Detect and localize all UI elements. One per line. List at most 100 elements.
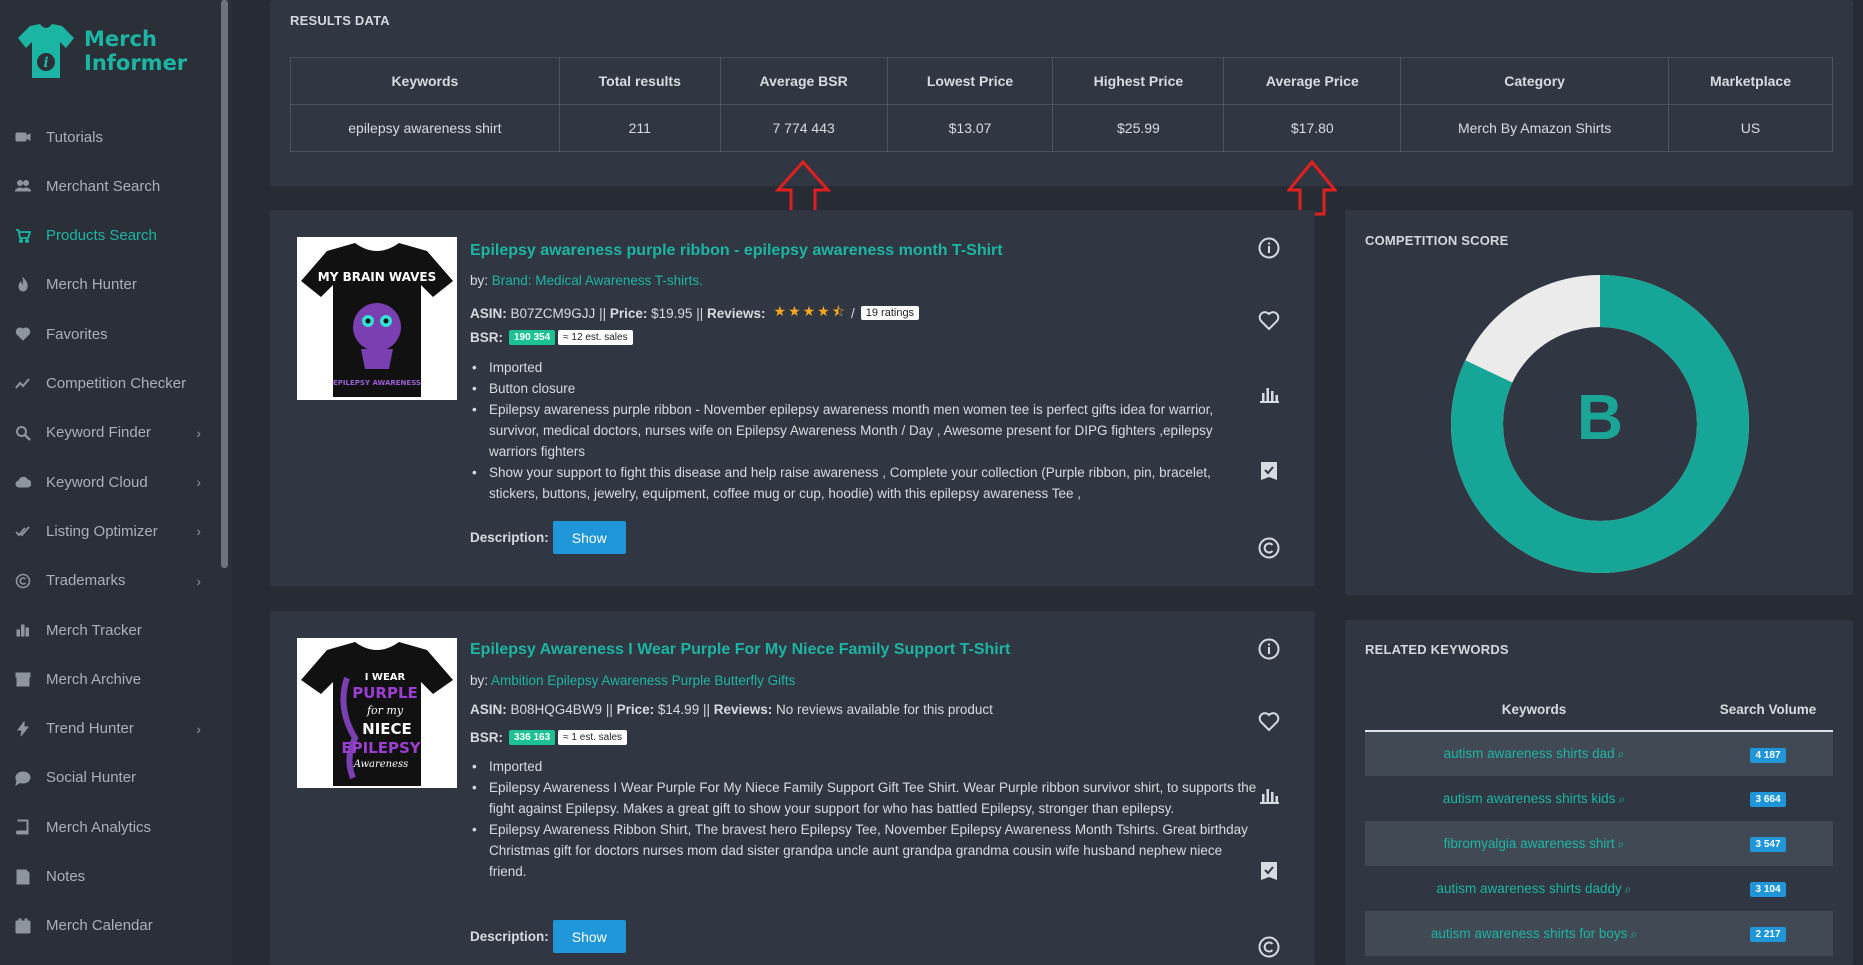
asin-value: B07ZCM9GJJ	[510, 305, 596, 321]
chevron-right-icon: ›	[196, 474, 201, 491]
double-check-icon	[14, 522, 32, 540]
product-title[interactable]: Epilepsy Awareness I Wear Purple For My …	[470, 641, 1010, 659]
bullet-item: Button closure	[470, 378, 1260, 399]
bar-chart-icon[interactable]	[1256, 781, 1282, 807]
related-keyword-row[interactable]: autism awareness shirts for boys ⌕ 2 217	[1365, 911, 1833, 956]
sidebar-item-label: Competition Checker	[46, 375, 187, 392]
related-keyword-link[interactable]: fibromyalgia awareness shirt	[1444, 836, 1615, 851]
brand-link[interactable]: Ambition Epilepsy Awareness Purple Butte…	[491, 673, 795, 688]
related-keyword-link[interactable]: autism awareness shirts kids	[1443, 791, 1616, 806]
sidebar-item-label: Products Search	[46, 227, 157, 245]
shirt-text-line: EPILEPSY AWARENESS	[333, 379, 421, 387]
info-icon[interactable]	[1256, 636, 1282, 662]
sidebar-item-tutorials[interactable]: Tutorials	[0, 117, 215, 157]
related-keyword-link[interactable]: autism awareness shirts daddy	[1436, 881, 1621, 896]
favorite-heart-icon[interactable]	[1256, 307, 1282, 333]
sidebar-item-products-search[interactable]: Products Search	[0, 216, 215, 256]
sidebar-item-keyword-cloud[interactable]: Keyword Cloud ›	[0, 462, 215, 502]
show-description-button[interactable]: Show	[552, 521, 626, 554]
tshirt-image-icon: MY BRAIN WAVES EPILEPSY AWARENESS	[301, 243, 453, 397]
sidebar-item-favorites[interactable]: Favorites	[0, 314, 215, 354]
sidebar-item-merch-tracker[interactable]: Merch Tracker	[0, 610, 215, 650]
search-volume-cell: 3 547	[1703, 821, 1833, 866]
related-keyword-row[interactable]: autism awareness shirts kids ⌕ 3 664	[1365, 776, 1833, 821]
copyright-icon[interactable]	[1256, 535, 1282, 561]
search-volume-cell: 3 104	[1703, 866, 1833, 911]
results-header-cell: Average Price	[1223, 57, 1402, 105]
product-bsr-line: BSR: 336 163 ≈ 1 est. sales	[470, 730, 628, 745]
search-icon[interactable]: ⌕	[1630, 927, 1637, 941]
related-keyword-cell[interactable]: autism awareness shirts daddy ⌕	[1365, 866, 1703, 911]
sidebar-item-label: Social Hunter	[46, 769, 137, 787]
bsr-label: BSR:	[470, 730, 503, 745]
results-header-cell: Average BSR	[719, 57, 888, 105]
product-card: I WEAR PURPLE for my NIECE EPILEPSY Awar…	[270, 611, 1315, 965]
search-icon[interactable]: ⌕	[1618, 837, 1625, 851]
related-keyword-cell[interactable]: fibromyalgia awareness shirt ⌕	[1365, 821, 1703, 866]
brand-line-1: Merch	[84, 27, 157, 51]
related-keyword-cell[interactable]: autism awareness shirts kids ⌕	[1365, 776, 1703, 821]
search-icon[interactable]: ⌕	[1618, 747, 1625, 761]
shirt-text-line: NIECE	[362, 720, 412, 738]
sidebar-item-merch-calendar[interactable]: Merch Calendar	[0, 906, 215, 946]
related-keyword-cell[interactable]: autism awareness shirts dad ⌕	[1365, 731, 1703, 776]
sidebar-item-trademarks[interactable]: Trademarks ›	[0, 561, 215, 601]
sidebar-item-competition-checker[interactable]: Competition Checker	[0, 364, 215, 404]
bar-chart-icon[interactable]	[1256, 380, 1282, 406]
est-sales-badge: ≈ 12 est. sales	[558, 330, 633, 345]
fire-icon	[14, 276, 32, 294]
chat-icon	[14, 769, 32, 787]
info-icon[interactable]	[1256, 235, 1282, 261]
results-header-cell: Marketplace	[1668, 57, 1833, 105]
related-keyword-link[interactable]: autism awareness shirts for boys	[1431, 926, 1628, 941]
sidebar-item-merchant-search[interactable]: Merchant Search	[0, 166, 215, 206]
sidebar-item-merch-analytics[interactable]: Merch Analytics	[0, 807, 215, 847]
search-icon[interactable]: ⌕	[1625, 882, 1632, 896]
related-keyword-row[interactable]: autism awareness shirts dad ⌕ 4 187	[1365, 731, 1833, 776]
related-keyword-link[interactable]: autism awareness shirts dad	[1444, 746, 1615, 761]
brand-logo[interactable]: i Merch Informer	[16, 22, 187, 80]
sidebar-item-label: Merch Tracker	[46, 621, 142, 639]
shirt-text-line: PURPLE	[352, 684, 418, 702]
favorite-heart-icon[interactable]	[1256, 708, 1282, 734]
by-prefix: by:	[470, 673, 492, 688]
related-keyword-row[interactable]: autism awareness shirts daddy ⌕ 3 104	[1365, 866, 1833, 911]
tshirt-image-icon: I WEAR PURPLE for my NIECE EPILEPSY Awar…	[301, 642, 453, 786]
product-brand-line: by: Brand: Medical Awareness T-shirts.	[470, 273, 703, 288]
shirt-text-line: EPILEPSY	[341, 739, 421, 757]
calendar-icon	[14, 917, 32, 935]
bullet-item: Epilepsy Awareness Ribbon Shirt, The bra…	[470, 819, 1260, 882]
shirt-text-line: for my	[366, 704, 404, 717]
sidebar-item-merch-archive[interactable]: Merch Archive	[0, 659, 215, 699]
sidebar-item-label: Keyword Finder	[46, 424, 152, 442]
logo-shirt-icon: i	[18, 24, 74, 78]
trend-icon	[14, 375, 32, 393]
sidebar: i Merch Informer Tutorials Merchant Searc…	[0, 0, 232, 965]
verified-check-icon[interactable]	[1256, 858, 1282, 884]
copyright-icon[interactable]	[1256, 934, 1282, 960]
results-cell-marketplace: US	[1668, 104, 1833, 152]
search-volume-cell: 3 664	[1703, 776, 1833, 821]
reviews-label: Reviews:	[713, 702, 773, 717]
search-volume-badge: 2 217	[1750, 927, 1786, 942]
sidebar-scrollbar[interactable]	[221, 0, 228, 568]
bullet-item: Epilepsy Awareness I Wear Purple For My …	[470, 777, 1260, 819]
sidebar-item-trend-hunter[interactable]: Trend Hunter ›	[0, 709, 215, 749]
product-image[interactable]: MY BRAIN WAVES EPILEPSY AWARENESS	[297, 237, 457, 400]
sidebar-item-label: Favorites	[46, 325, 108, 343]
search-icon[interactable]: ⌕	[1618, 792, 1625, 806]
related-header-cell: Keywords	[1365, 689, 1703, 732]
sidebar-item-merch-hunter[interactable]: Merch Hunter	[0, 265, 215, 305]
sidebar-item-notes[interactable]: Notes	[0, 857, 215, 897]
related-keyword-row[interactable]: fibromyalgia awareness shirt ⌕ 3 547	[1365, 821, 1833, 866]
show-description-button[interactable]: Show	[552, 920, 626, 953]
product-title[interactable]: Epilepsy awareness purple ribbon - epile…	[470, 242, 1003, 260]
sidebar-item-social-hunter[interactable]: Social Hunter	[0, 758, 215, 798]
sidebar-item-keyword-finder[interactable]: Keyword Finder ›	[0, 413, 215, 453]
sidebar-item-listing-optimizer[interactable]: Listing Optimizer ›	[0, 511, 215, 551]
verified-check-icon[interactable]	[1256, 458, 1282, 484]
related-keyword-cell[interactable]: autism awareness shirts for boys ⌕	[1365, 911, 1703, 956]
product-image[interactable]: I WEAR PURPLE for my NIECE EPILEPSY Awar…	[297, 638, 457, 788]
separator: ||	[605, 702, 613, 717]
brand-link[interactable]: Brand: Medical Awareness T-shirts.	[492, 273, 703, 288]
